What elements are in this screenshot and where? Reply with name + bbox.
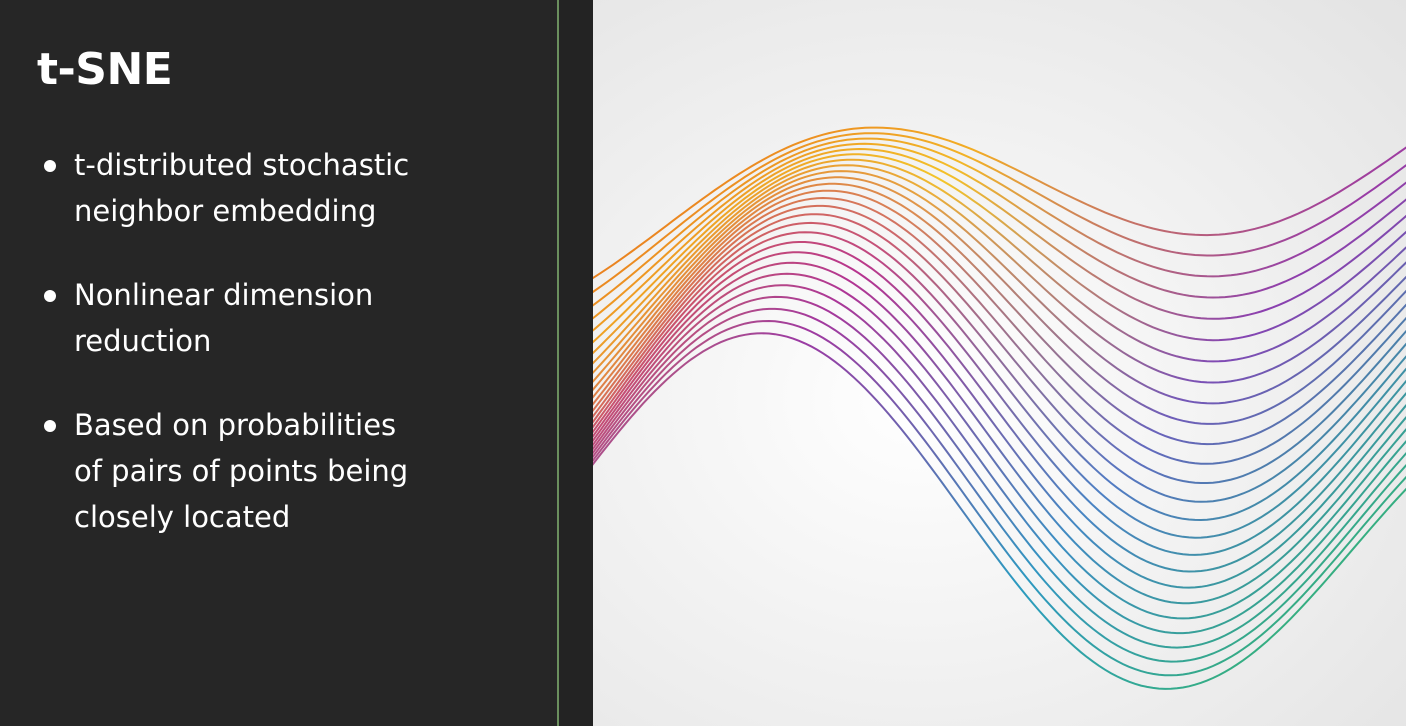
bullet-line: of pairs of points being — [74, 454, 409, 488]
bullet-dot-icon — [44, 160, 56, 172]
slide-title: t-SNE — [37, 44, 173, 95]
slide: t-SNE t-distributed stochastic neighbor … — [0, 0, 1406, 726]
wave-line — [593, 319, 1406, 677]
wave-line — [593, 284, 1406, 635]
rainbow-wave-lines-icon — [593, 126, 1406, 690]
bullet-dot-icon — [44, 290, 56, 302]
bullet-line: closely located — [74, 500, 291, 534]
bullet-list: t-distributed stochastic neighbor embedd… — [42, 142, 542, 578]
bullet-line: reduction — [74, 324, 212, 358]
bullet-line: t-distributed stochastic — [74, 148, 410, 182]
bullet-item: t-distributed stochastic neighbor embedd… — [42, 142, 542, 234]
wave-artwork — [593, 0, 1406, 726]
bullet-line: Nonlinear dimension — [74, 278, 374, 312]
bullet-line: Based on probabilities — [74, 408, 397, 442]
panel-gap — [559, 0, 593, 726]
bullet-item: Nonlinear dimension reduction — [42, 272, 542, 364]
wave-line — [593, 332, 1406, 690]
wave-line — [593, 176, 1406, 425]
wave-line — [593, 295, 1406, 649]
wave-line — [593, 221, 1406, 539]
text-panel: t-SNE t-distributed stochastic neighbor … — [0, 0, 557, 726]
bullet-item: Based on probabilities of pairs of point… — [42, 402, 542, 540]
bullet-dot-icon — [44, 420, 56, 432]
bullet-line: neighbor embedding — [74, 194, 377, 228]
